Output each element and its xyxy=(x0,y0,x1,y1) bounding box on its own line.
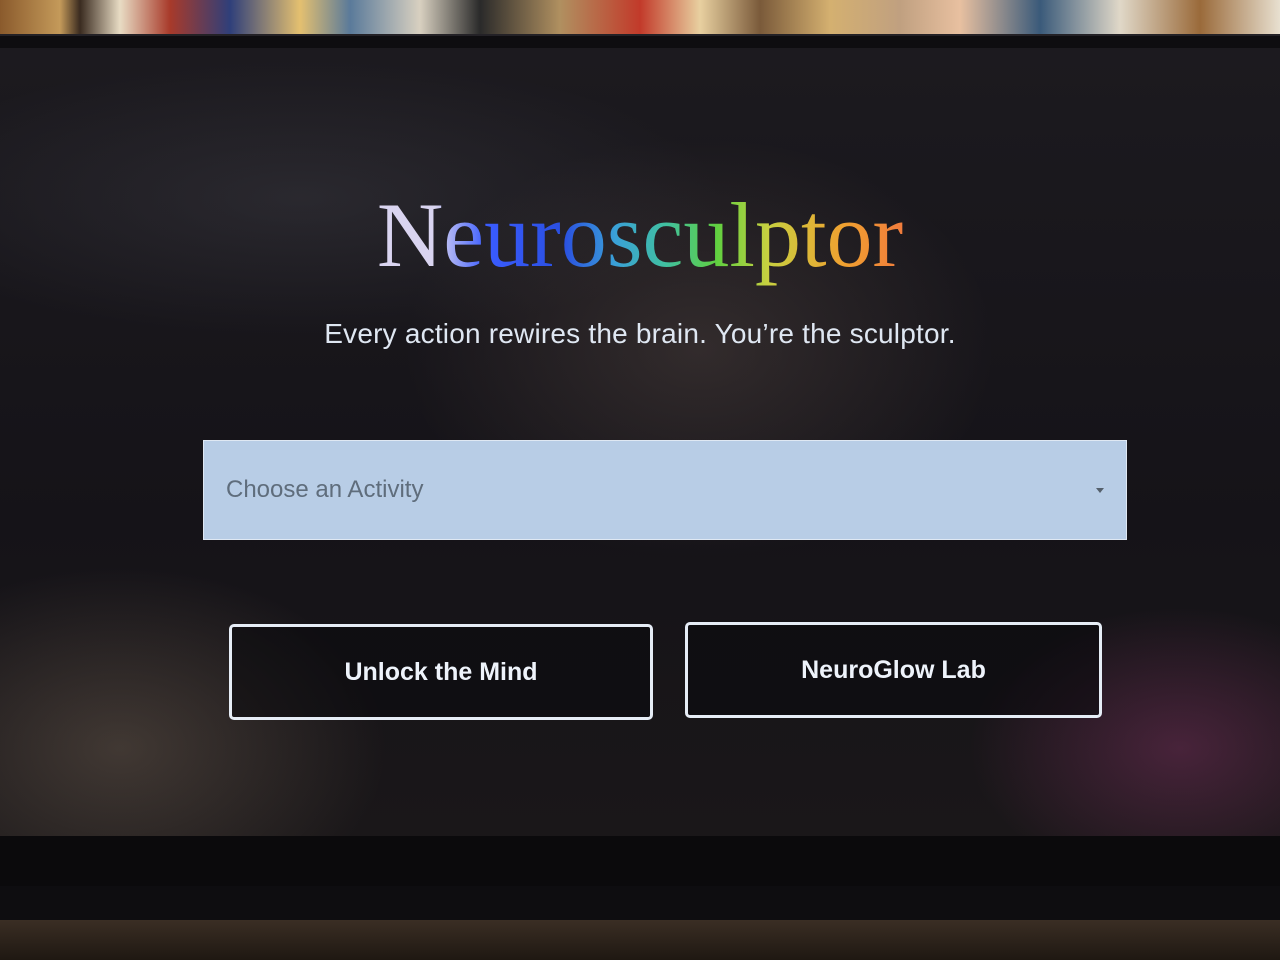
app-tagline: Every action rewires the brain. You’re t… xyxy=(324,318,956,349)
screen-bezel-bottom xyxy=(0,836,1280,886)
app-title: Neurosculptor xyxy=(0,180,1280,290)
chevron-down-icon xyxy=(1096,487,1104,493)
app-screen: Neurosculptor Every action rewires the b… xyxy=(0,48,1280,836)
activity-select[interactable]: Choose an Activity xyxy=(203,440,1127,540)
activity-select-placeholder: Choose an Activity xyxy=(226,476,424,503)
table-ledge xyxy=(0,920,1280,960)
unlock-the-mind-button[interactable]: Unlock the Mind xyxy=(229,624,653,720)
neuroglow-lab-button[interactable]: NeuroGlow Lab xyxy=(685,622,1102,718)
